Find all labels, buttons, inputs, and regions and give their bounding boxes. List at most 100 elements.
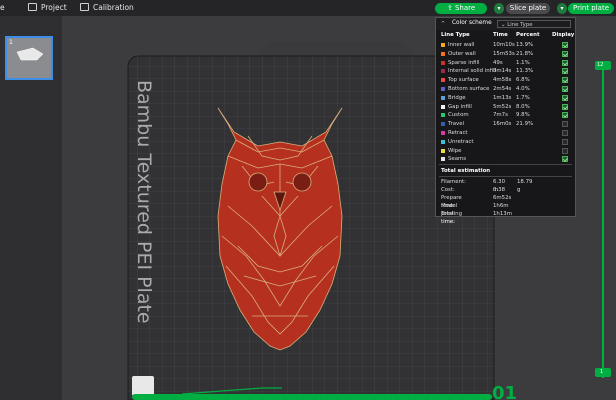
legend-row: Bridge 1m13s 1.7% xyxy=(436,94,575,103)
line-type-label: Top surface xyxy=(448,77,479,84)
legend-row: Retract xyxy=(436,129,575,138)
legend-header: ^ Color scheme ⌄ Line Type xyxy=(436,18,575,30)
plate-thumbnail[interactable]: 1 xyxy=(5,36,53,80)
line-type-label: Sparse infill xyxy=(448,59,480,66)
display-checkbox[interactable] xyxy=(562,68,568,75)
cost-value: 0.38 xyxy=(493,187,506,193)
line-type-swatch xyxy=(441,60,445,65)
color-scheme-select-value: Line Type xyxy=(507,22,533,28)
display-checkbox[interactable] xyxy=(562,59,568,66)
tab-calibration[interactable]: Calibration xyxy=(80,0,134,16)
vertical-slider-bottom-value: 1 xyxy=(600,369,604,375)
horizontal-slider-track[interactable] xyxy=(132,394,492,400)
color-scheme-legend: ^ Color scheme ⌄ Line Type Line Type Tim… xyxy=(435,17,576,225)
slice-dropdown-button[interactable]: ▾ xyxy=(494,3,504,14)
estimation-divider xyxy=(439,164,572,165)
tab-project-label: Project xyxy=(41,3,67,12)
estimation-divider xyxy=(439,176,572,177)
display-checkbox[interactable] xyxy=(562,156,568,163)
total-time-value: 1h13m xyxy=(493,211,512,217)
vertical-slider-track[interactable] xyxy=(602,68,604,378)
line-type-swatch xyxy=(441,87,445,91)
display-checkbox[interactable] xyxy=(562,50,568,57)
line-type-time: 10m10s xyxy=(493,42,515,48)
display-checkbox[interactable] xyxy=(562,147,568,154)
chevron-down-icon: ▾ xyxy=(497,5,501,12)
legend-row: Custom 7m7s 9.8% xyxy=(436,111,575,120)
filament-weight: 18.79 g xyxy=(517,179,533,193)
view-cube[interactable] xyxy=(132,376,154,396)
line-type-time: 4m58s xyxy=(493,77,512,84)
line-type-percent: 4.0% xyxy=(516,86,530,92)
display-checkbox[interactable] xyxy=(562,138,568,145)
plate-tab xyxy=(258,42,414,56)
line-type-label: Custom xyxy=(448,112,469,119)
line-type-time: 16m0s xyxy=(493,121,512,128)
display-checkbox[interactable] xyxy=(562,77,568,84)
line-type-swatch xyxy=(441,148,445,153)
line-type-percent: 11.3% xyxy=(516,68,534,75)
top-toolbar: e Project Calibration ⇪ Share ▾ Slice pl… xyxy=(0,0,616,16)
plate-list-panel: 1 xyxy=(0,16,62,400)
line-type-time: 1m13s xyxy=(493,94,512,101)
line-type-label: Inner wall xyxy=(448,42,475,48)
line-type-label: Retract xyxy=(448,130,468,136)
line-type-percent: 1.1% xyxy=(516,59,530,66)
display-checkbox[interactable] xyxy=(562,94,568,101)
vertical-slider-top-value: 12 xyxy=(597,62,604,68)
line-type-label: Gap infill xyxy=(448,103,472,110)
line-type-percent: 1.7% xyxy=(516,94,530,101)
collapse-caret-icon[interactable]: ^ xyxy=(441,21,445,27)
display-checkbox[interactable] xyxy=(562,112,568,119)
line-type-percent: 8.0% xyxy=(516,103,530,110)
line-type-label: Bottom surface xyxy=(448,86,490,92)
line-type-percent: 13.9% xyxy=(516,42,534,48)
line-type-time: 15m53s xyxy=(493,50,515,57)
line-type-label: Bridge xyxy=(448,94,466,101)
line-type-label: Internal solid infill xyxy=(448,68,497,75)
legend-row: Wipe xyxy=(436,147,575,156)
share-button[interactable]: ⇪ Share xyxy=(435,3,487,14)
plate-number: 01 xyxy=(492,383,517,400)
bed-label: Bambu Textured PEI Plate xyxy=(133,80,155,324)
line-type-swatch xyxy=(441,69,445,74)
line-type-percent: 21.9% xyxy=(516,121,534,128)
display-checkbox[interactable] xyxy=(562,86,568,92)
tab-calibration-label: Calibration xyxy=(93,3,134,12)
line-type-percent: 9.8% xyxy=(516,112,530,119)
line-type-time: 2m54s xyxy=(493,86,512,92)
print-dropdown-button[interactable]: ▾ xyxy=(557,3,567,14)
line-type-swatch xyxy=(441,131,445,135)
display-checkbox[interactable] xyxy=(562,121,568,128)
line-type-swatch xyxy=(441,78,445,83)
chevron-down-icon: ▾ xyxy=(560,5,564,12)
line-type-swatch xyxy=(441,113,445,118)
print-plate-button[interactable]: Print plate xyxy=(568,3,614,14)
legend-row: Unretract xyxy=(436,138,575,147)
line-type-label: Travel xyxy=(448,121,465,128)
display-checkbox[interactable] xyxy=(562,103,568,110)
line-type-swatch xyxy=(441,95,445,100)
prepare-time-value: 6m52s xyxy=(493,195,512,201)
line-type-label: Unretract xyxy=(448,138,474,145)
slice-plate-button[interactable]: Slice plate xyxy=(506,3,550,14)
legend-title: Color scheme xyxy=(452,20,492,26)
line-type-percent: 6.8% xyxy=(516,77,530,84)
legend-row: Internal solid infill 8m14s 11.3% xyxy=(436,67,575,76)
legend-row: Outer wall 15m53s 21.8% xyxy=(436,50,575,59)
tab-project[interactable]: Project xyxy=(28,0,67,16)
tab-prepare[interactable]: e xyxy=(0,0,5,16)
column-header-display: Display xyxy=(552,32,575,38)
display-checkbox[interactable] xyxy=(562,130,568,136)
line-type-swatch xyxy=(441,104,445,109)
line-type-time: 8m14s xyxy=(493,68,512,75)
legend-row: Travel 16m0s 21.9% xyxy=(436,120,575,129)
legend-row: Sparse infill 49s 1.1% xyxy=(436,59,575,68)
line-type-time: 7m7s xyxy=(493,112,508,119)
display-checkbox[interactable] xyxy=(562,42,568,48)
column-header-percent: Percent xyxy=(516,32,540,38)
total-time-label: Total time: xyxy=(441,211,455,225)
filament-label: Filament: xyxy=(441,179,466,185)
color-scheme-select[interactable]: ⌄ Line Type xyxy=(497,20,571,28)
line-type-swatch xyxy=(441,157,445,162)
